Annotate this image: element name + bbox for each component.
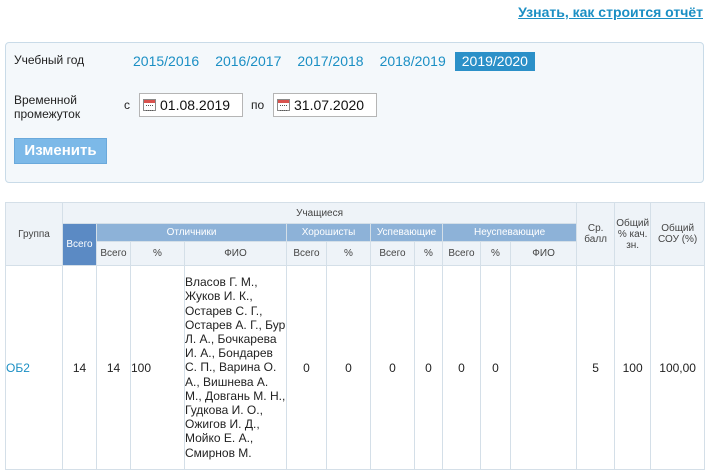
row-excellent-fio: Власов Г. М., Жуков И. К., Остарев С. Г.… [184,265,287,470]
report-info-link[interactable]: Узнать, как строится отчёт [518,4,703,20]
sub-total-good: Всего [286,241,327,266]
calendar-icon[interactable] [143,99,156,111]
col-total-header: Всего [62,223,97,266]
group-link[interactable]: ОБ2 [6,361,30,375]
row-passing-pct: 0 [414,265,443,470]
row-failing-total: 0 [442,265,481,470]
col-excellent-header: Отличники [96,223,287,242]
year-tab-2019[interactable]: 2019/2020 [454,52,535,71]
sub-pct-excellent: % [130,241,185,266]
sub-fio-excellent: ФИО [184,241,287,266]
from-label: с [124,98,130,112]
row-avg: 5 [576,265,616,470]
col-students-header: Учащиеся [61,202,578,224]
col-group-header: Группа [5,202,63,266]
col-quality-header: Общий % кач. зн. [614,202,652,266]
date-to-input[interactable]: 31.07.2020 [273,93,377,117]
row-good-total: 0 [286,265,327,470]
year-tab-2017[interactable]: 2017/2018 [290,52,370,71]
sub-pct-passing: % [414,241,443,266]
change-button[interactable]: Изменить [14,138,107,164]
row-good-pct: 0 [326,265,371,470]
col-good-header: Хорошисты [286,223,371,242]
col-avg-header: Ср. балл [576,202,616,266]
date-from-input[interactable]: 01.08.2019 [139,93,243,117]
sub-pct-failing: % [480,241,511,266]
row-excellent-total: 14 [96,265,131,470]
sub-total-excellent: Всего [96,241,131,266]
sub-fio-failing: ФИО [509,241,578,266]
to-label: по [251,98,265,112]
row-excellent-pct: 100 [130,265,185,470]
sub-total-failing: Всего [442,241,481,266]
period-label: Временной промежуток [14,93,81,121]
row-sou: 100,00 [650,265,705,470]
report-table: Группа Учащиеся Ср. балл Общий % кач. зн… [5,202,705,470]
year-tab-2018[interactable]: 2018/2019 [373,52,453,71]
col-sou-header: Общий СОУ (%) [650,202,705,266]
table-row: ОБ2 14 14 100 Власов Г. М., Жуков И. К.,… [5,265,705,470]
row-total: 14 [62,265,97,470]
year-label: Учебный год [14,53,85,67]
row-failing-fio [509,265,578,470]
date-to-value: 31.07.2020 [294,97,365,113]
row-passing-total: 0 [370,265,415,470]
col-passing-header: Успевающие [370,223,443,242]
col-failing-header: Неуспевающие [441,223,578,242]
year-tab-2015[interactable]: 2015/2016 [126,52,206,71]
sub-total-passing: Всего [370,241,415,266]
filter-panel: Учебный год 2015/2016 2016/2017 2017/201… [5,42,704,183]
sub-pct-good: % [326,241,371,266]
row-failing-pct: 0 [480,265,511,470]
year-tabs: 2015/2016 2016/2017 2017/2018 2018/2019 … [126,52,537,72]
row-quality: 100 [614,265,652,470]
date-from-value: 01.08.2019 [160,97,231,113]
calendar-icon[interactable] [277,99,290,111]
year-tab-2016[interactable]: 2016/2017 [208,52,288,71]
